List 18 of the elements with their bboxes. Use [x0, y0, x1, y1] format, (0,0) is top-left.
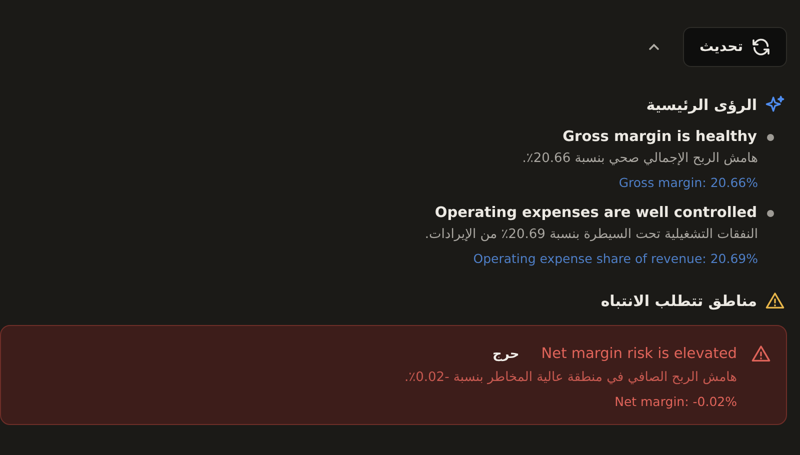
refresh-icon: [751, 37, 771, 57]
bullet-icon: [767, 134, 774, 140]
insight-title: Operating expenses are well controlled: [434, 205, 757, 221]
alert-title: Net margin risk is elevated: [541, 346, 737, 362]
alert-metric: Net margin: -0.02%: [614, 394, 737, 409]
severity-label: حرج: [492, 346, 520, 362]
alert-icon: [751, 344, 771, 364]
insight-metric: Operating expense share of revenue: 20.69%: [473, 251, 758, 266]
insight-description: النفقات التشغيلية تحت السيطرة بنسبة 20.69٪ من الإيرادات.: [424, 227, 758, 242]
bullet-icon: [767, 210, 774, 216]
section-title: مناطق تتطلب الانتباه: [600, 292, 757, 310]
warning-icon: [765, 291, 785, 311]
refresh-button[interactable]: تحديث: [683, 27, 787, 67]
alert-description: هامش الربح الصافي في منطقة عالية المخاطر بنسبة -0.02٪.: [403, 370, 738, 385]
insight-description: هامش الربح الإجمالي صحي بنسبة 20.66٪.: [521, 151, 758, 166]
insight-metric: Gross margin: 20.66%: [618, 175, 758, 190]
section-title: الرؤى الرئيسية: [646, 96, 757, 114]
insight-title: Gross margin is healthy: [562, 129, 757, 145]
